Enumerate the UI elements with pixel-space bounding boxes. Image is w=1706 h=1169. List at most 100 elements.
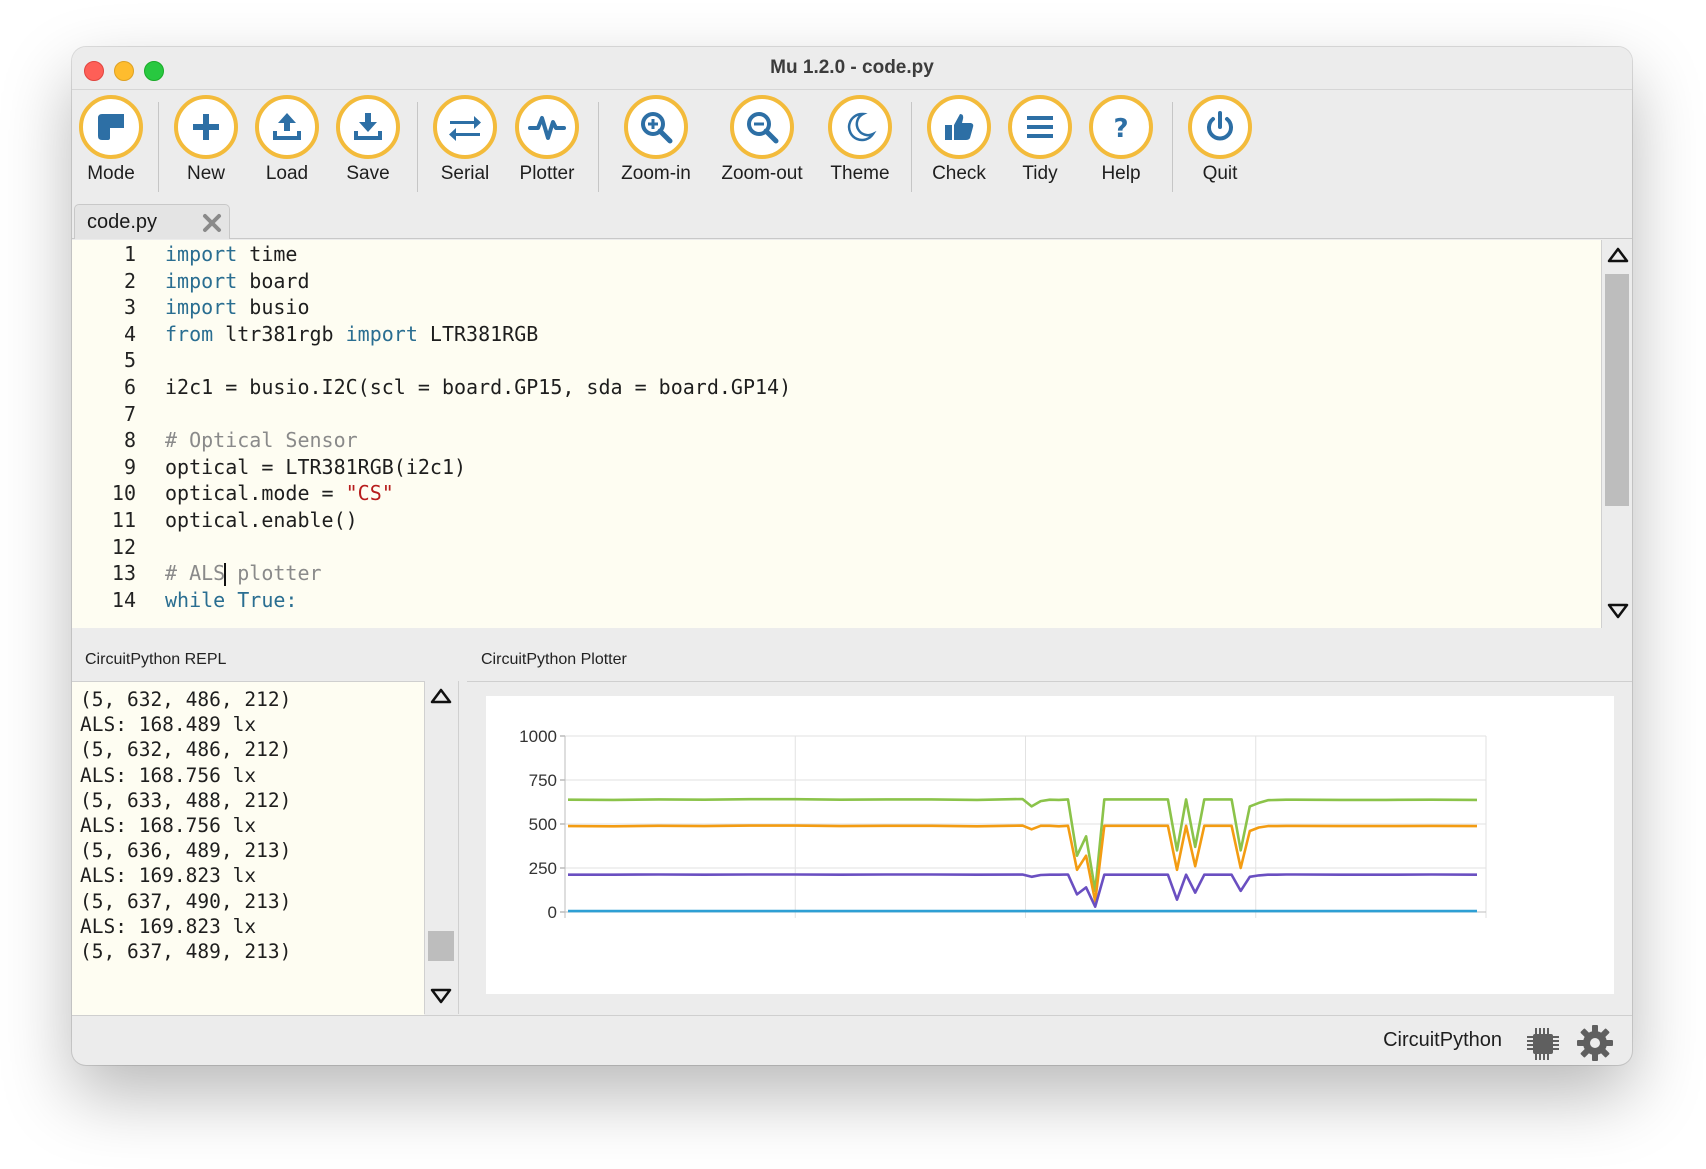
power-icon [1188, 95, 1252, 159]
series-line-1 [567, 824, 1478, 903]
code-line[interactable]: import board [165, 269, 310, 293]
code-token: ltr381rgb [213, 321, 346, 346]
code-token: import [165, 242, 238, 266]
series-line-0 [567, 797, 1478, 893]
repl-scroll-thumb[interactable] [428, 931, 454, 961]
plotter-panel: 0 250 500 750 1000 [467, 681, 1632, 1015]
repl-line: (5, 633, 488, 212) [80, 788, 292, 812]
line-number: 13 [111, 561, 136, 586]
code-token: optical = LTR381RGB(i2c1) [165, 454, 467, 479]
mode-icon [79, 95, 143, 159]
repl-line: (5, 636, 489, 213) [80, 839, 292, 863]
help-button[interactable]: ? Help [1079, 95, 1163, 185]
serial-button[interactable]: Serial [423, 95, 507, 185]
zoom-out-button[interactable]: Zoom-out [720, 95, 804, 185]
scroll-down-icon[interactable] [1606, 602, 1630, 620]
code-line[interactable]: import time [165, 242, 297, 266]
code-line[interactable]: i2c1 = busio.I2C(scl = board.GP15, sda =… [165, 375, 791, 399]
code-line[interactable]: from ltr381rgb import LTR381RGB [165, 322, 538, 346]
gear-icon[interactable] [1576, 1024, 1614, 1065]
zoom-in-icon [624, 95, 688, 159]
zoom-in-button[interactable]: Zoom-in [614, 95, 698, 185]
tidy-button[interactable]: Tidy [998, 95, 1082, 185]
code-line[interactable]: optical.mode = "CS" [165, 481, 394, 505]
code-editor[interactable]: 1 2 3 4 5 6 7 8 9 10 11 12 13 14 import time import bo… [72, 240, 1601, 628]
editor-scroll-thumb[interactable] [1605, 274, 1629, 506]
line-number: 1 [123, 242, 136, 266]
line-number: 7 [123, 401, 136, 426]
close-icon[interactable] [202, 213, 222, 238]
code-token: time [237, 242, 298, 266]
code-line[interactable]: # ALS plotter [165, 561, 322, 587]
code-token: # ALS [165, 561, 226, 586]
lines-icon [1008, 95, 1072, 159]
tab-code-py[interactable]: code.py [74, 204, 230, 239]
repl-panel-title: CircuitPython REPL [85, 651, 227, 668]
line-number: 10 [111, 481, 136, 506]
code-token: plotter [225, 561, 322, 586]
repl-line: (5, 637, 489, 213) [80, 940, 292, 963]
repl-line: ALS: 169.823 lx [80, 864, 257, 888]
code-line[interactable]: optical = LTR381RGB(i2c1) [165, 455, 466, 479]
check-button[interactable]: Check [917, 95, 1001, 185]
code-token: # Optical Sensor [165, 428, 358, 453]
zoom-out-icon [730, 95, 794, 159]
series-line-2 [568, 873, 1478, 908]
mode-button[interactable]: Mode [72, 95, 153, 185]
scroll-up-icon[interactable] [1606, 246, 1630, 264]
status-bar: CircuitPython [72, 1015, 1632, 1065]
chip-icon[interactable] [1525, 1026, 1561, 1065]
repl-line: (5, 632, 486, 212) [80, 688, 292, 711]
plot-card: 0 250 500 750 1000 [486, 696, 1614, 994]
line-number: 4 [123, 321, 136, 346]
svg-text:?: ? [1113, 114, 1128, 144]
plotter-panel-title: CircuitPython Plotter [481, 651, 627, 668]
swap-arrows-icon [433, 95, 497, 159]
code-token: i2c1 = busio.I2C(scl = board.GP15, sda =… [165, 375, 792, 399]
code-token: import [165, 295, 238, 320]
repl-line: (5, 637, 490, 213) [80, 889, 292, 913]
line-number: 12 [111, 534, 136, 559]
repl-line: ALS: 168.756 lx [80, 814, 257, 837]
tab-bar: code.py [72, 200, 1632, 239]
load-button[interactable]: Load [245, 95, 329, 185]
line-number: 5 [123, 348, 136, 373]
code-line[interactable]: optical.enable() [165, 508, 358, 532]
code-line[interactable]: # Optical Sensor [165, 428, 358, 452]
line-number: 11 [111, 508, 136, 532]
pulse-icon [515, 95, 579, 159]
code-line[interactable]: while True: [165, 588, 297, 612]
mode-label[interactable]: CircuitPython [1383, 1029, 1502, 1052]
repl-line: ALS: 168.489 lx [80, 713, 257, 737]
code-token: import [345, 321, 418, 346]
code-line[interactable]: import busio [165, 295, 310, 319]
save-button[interactable]: Save [326, 95, 410, 185]
scroll-down-icon[interactable] [429, 987, 453, 1005]
editor-scrollbar[interactable] [1601, 240, 1632, 628]
plus-icon [174, 95, 238, 159]
repl-output[interactable]: (5, 632, 486, 212) ALS: 168.489 lx (5, 632… [72, 681, 424, 1015]
code-token: LTR381RGB [417, 321, 539, 346]
upload-icon [255, 95, 319, 159]
y-tick-label: 500 [529, 815, 557, 834]
y-tick-label: 0 [548, 903, 557, 922]
new-button[interactable]: New [164, 95, 248, 185]
toolbar-separator [911, 102, 912, 192]
theme-button[interactable]: Theme [818, 95, 902, 185]
code-token: "CS" [345, 481, 394, 506]
plotter-button[interactable]: Plotter [505, 95, 589, 185]
download-icon [336, 95, 400, 159]
mu-editor-window: Mu 1.2.0 - code.py Mode New Load Save Se… [72, 47, 1632, 1065]
question-icon: ? [1089, 95, 1153, 159]
code-token: optical.mode = [165, 481, 346, 506]
repl-scrollbar[interactable] [424, 681, 459, 1014]
repl-line: ALS: 168.756 lx [80, 763, 257, 787]
scroll-up-icon[interactable] [429, 687, 453, 705]
title-bar: Mu 1.2.0 - code.py [72, 47, 1632, 90]
line-number-gutter: 1 2 3 4 5 6 7 8 9 10 11 12 13 14 [72, 240, 146, 628]
quit-button[interactable]: Quit [1178, 95, 1262, 185]
y-tick-label: 250 [529, 859, 557, 878]
code-token: optical.enable() [165, 508, 358, 532]
toolbar-separator [598, 102, 599, 192]
line-number: 14 [111, 587, 136, 612]
